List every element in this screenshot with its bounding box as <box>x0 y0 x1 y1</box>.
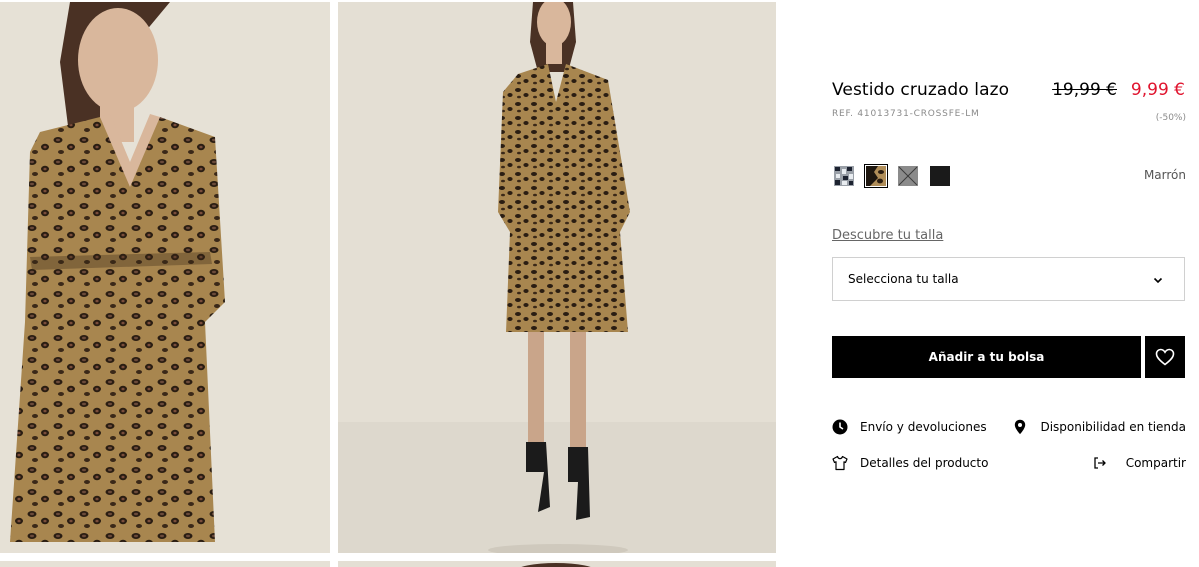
grey-swatch[interactable] <box>898 166 918 186</box>
size-guide-link[interactable]: Descubre tu talla <box>832 228 943 243</box>
chevron-down-icon <box>1153 277 1163 284</box>
product-info-panel: Vestido cruzado lazo 19,99 € 9,99 € REF.… <box>832 0 1186 567</box>
store-availability-link[interactable]: Disponibilidad en tienda <box>1012 419 1186 435</box>
wishlist-button[interactable] <box>1145 336 1185 378</box>
selected-color-name: Marrón <box>1143 168 1186 182</box>
product-page: Vestido cruzado lazo 19,99 € 9,99 € REF.… <box>0 0 1199 567</box>
shipping-returns-link[interactable]: Envío y devoluciones <box>832 419 987 435</box>
share-link[interactable]: Compartir <box>1092 455 1186 471</box>
size-select-label: Selecciona tu talla <box>848 272 959 286</box>
black-swatch[interactable] <box>930 166 950 186</box>
leopard-print-swatch[interactable] <box>864 164 888 188</box>
discount-badge: (-50%) <box>1155 113 1186 123</box>
tshirt-icon <box>832 455 848 471</box>
product-details-label: Detalles del producto <box>860 456 989 470</box>
snake-print-swatch[interactable] <box>834 166 854 186</box>
product-photo-closeup[interactable] <box>0 2 330 553</box>
share-icon <box>1094 457 1106 469</box>
product-details-link[interactable]: Detalles del producto <box>832 455 988 471</box>
product-photo-3[interactable] <box>0 561 330 567</box>
size-select[interactable]: Selecciona tu talla <box>832 257 1185 301</box>
sale-price: 9,99 € <box>1130 80 1185 100</box>
clock-icon <box>832 419 848 435</box>
store-availability-label: Disponibilidad en tienda <box>1040 420 1186 434</box>
share-label: Compartir <box>1125 456 1186 470</box>
shipping-returns-label: Envío y devoluciones <box>860 420 987 434</box>
product-photo-full[interactable] <box>338 2 776 553</box>
color-swatches <box>834 164 950 188</box>
product-reference: REF. 41013731-CROSSFE-LM <box>832 109 980 119</box>
product-title: Vestido cruzado lazo <box>832 80 1010 100</box>
add-to-bag-button[interactable]: Añadir a tu bolsa <box>832 336 1141 378</box>
location-pin-icon <box>1015 419 1026 435</box>
original-price: 19,99 € <box>1052 80 1117 100</box>
heart-icon <box>1155 348 1175 366</box>
product-photo-4[interactable] <box>338 561 776 567</box>
